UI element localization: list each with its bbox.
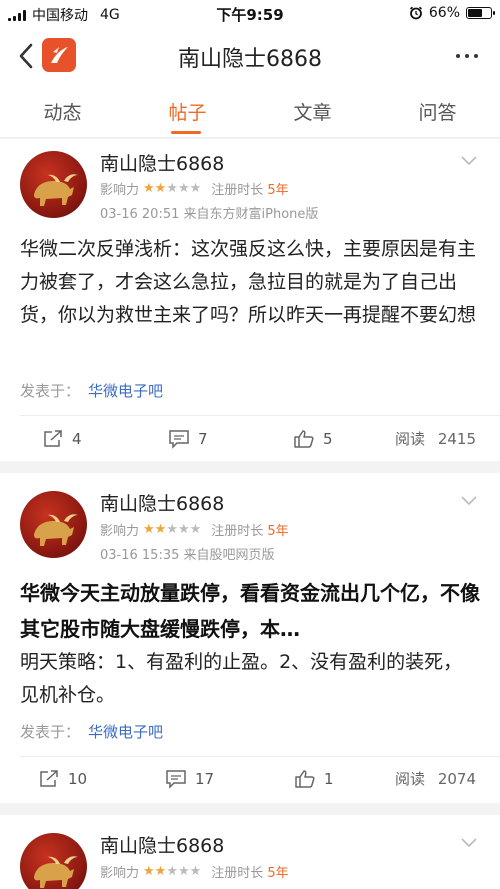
like-icon (294, 430, 314, 448)
bull-avatar-image (34, 174, 78, 206)
stars-empty: ★★★ (166, 522, 202, 537)
influence-stars: ★★★★★ (143, 522, 201, 537)
post-actions: 10 17 1 阅读 2074 (0, 769, 500, 809)
post-time-source: 03-16 15:35 来自股吧网页版 (100, 548, 275, 563)
influence-label: 影响力 (100, 183, 140, 198)
tab-articles[interactable]: 文章 (250, 98, 375, 125)
chevron-down-icon[interactable] (460, 837, 478, 849)
comment-count: 17 (195, 770, 215, 788)
read-count: 阅读 2074 (395, 769, 476, 789)
author-name[interactable]: 南山隐士6868 (100, 149, 224, 176)
avatar[interactable] (20, 833, 87, 889)
author-name[interactable]: 南山隐士6868 (100, 489, 224, 516)
influence-stars: ★★★★★ (143, 864, 201, 879)
read-label: 阅读 (395, 770, 426, 788)
comment-icon (169, 430, 189, 449)
tab-bar: 动态 帖子 文章 问答 (0, 84, 500, 138)
stars-filled: ★★ (143, 181, 167, 196)
author-meta: 影响力 ★★★★★ 注册时长 5年 (100, 520, 289, 539)
influence-stars: ★★★★★ (143, 181, 201, 196)
stars-empty: ★★★ (166, 864, 202, 879)
page-title: 南山隐士6868 (178, 47, 322, 72)
avatar[interactable] (20, 491, 87, 558)
post-body[interactable]: 华微二次反弹浅析：这次强反这么快，主要原因是有主力被套了，才会这么急拉，急拉目的… (20, 233, 480, 332)
post-time-source: 03-16 20:51 来自东方财富iPhone版 (100, 207, 319, 222)
share-button[interactable]: 4 (42, 429, 82, 449)
read-label: 阅读 (395, 430, 426, 448)
board-link[interactable]: 华微电子吧 (88, 382, 163, 400)
chevron-down-icon[interactable] (460, 155, 478, 167)
board-label: 发表于： (20, 723, 81, 741)
like-button[interactable]: 1 (294, 769, 334, 789)
battery-percent: 66% (428, 5, 460, 21)
reg-label: 注册时长 (211, 866, 264, 881)
tab-qa[interactable]: 问答 (375, 98, 500, 125)
board-label: 发表于： (20, 382, 81, 400)
reg-label: 注册时长 (211, 183, 264, 198)
post-card[interactable]: 南山隐士6868 影响力 ★★★★★ 注册时长 5年 (0, 815, 500, 889)
author-meta: 影响力 ★★★★★ 注册时长 5年 (100, 179, 289, 198)
post-actions: 4 7 5 阅读 2415 (0, 429, 500, 469)
share-icon (44, 430, 62, 447)
reg-years: 5年 (267, 866, 289, 881)
share-count: 10 (68, 770, 88, 788)
active-tab-indicator (171, 131, 201, 134)
avatar[interactable] (20, 151, 87, 218)
divider (20, 756, 500, 757)
share-icon (40, 770, 58, 787)
like-button[interactable]: 5 (293, 429, 333, 449)
post-card[interactable]: 南山隐士6868 影响力 ★★★★★ 注册时长 5年 03-16 20:51 来… (0, 139, 500, 461)
like-icon (295, 770, 315, 788)
stars-filled: ★★ (143, 522, 167, 537)
post-card[interactable]: 南山隐士6868 影响力 ★★★★★ 注册时长 5年 03-16 15:35 来… (0, 473, 500, 803)
more-icon[interactable] (456, 54, 478, 58)
battery-icon (466, 7, 495, 19)
comment-button[interactable]: 17 (165, 769, 214, 789)
post-body[interactable]: 明天策略：1、有盈利的止盈。2、没有盈利的装死，见机补仓。 (20, 646, 480, 712)
status-right: 66% (409, 5, 495, 21)
divider (20, 415, 500, 416)
comment-button[interactable]: 7 (168, 429, 208, 449)
comment-icon (166, 770, 186, 789)
board-info: 发表于： 华微电子吧 (20, 721, 163, 742)
like-count: 1 (324, 770, 334, 788)
board-info: 发表于： 华微电子吧 (20, 380, 163, 401)
board-link[interactable]: 华微电子吧 (88, 723, 163, 741)
bull-avatar-image (34, 856, 78, 888)
reg-years: 5年 (267, 183, 289, 198)
status-bar: 中国移动 4G 下午9:59 66% (0, 0, 500, 28)
read-value: 2415 (437, 430, 476, 448)
read-value: 2074 (437, 770, 476, 788)
alarm-icon (409, 6, 422, 20)
nav-bar: 南山隐士6868 (0, 28, 500, 84)
share-count: 4 (72, 430, 82, 448)
influence-label: 影响力 (100, 524, 140, 539)
stars-empty: ★★★ (166, 181, 202, 196)
bull-avatar-image (34, 514, 78, 546)
post-title[interactable]: 华微今天主动放量跌停，看看资金流出几个亿，不像其它股市随大盘缓慢跌停，本… (20, 575, 480, 647)
author-name[interactable]: 南山隐士6868 (100, 831, 224, 858)
influence-label: 影响力 (100, 866, 140, 881)
like-count: 5 (323, 430, 333, 448)
stars-filled: ★★ (143, 864, 167, 879)
comment-count: 7 (198, 430, 208, 448)
tab-posts[interactable]: 帖子 (125, 98, 250, 125)
chevron-down-icon[interactable] (460, 495, 478, 507)
battery-level-fill (468, 9, 482, 17)
read-count: 阅读 2415 (395, 429, 476, 449)
tab-dynamics[interactable]: 动态 (0, 98, 125, 125)
share-button[interactable]: 10 (38, 769, 87, 789)
reg-label: 注册时长 (211, 524, 264, 539)
reg-years: 5年 (267, 524, 289, 539)
author-meta: 影响力 ★★★★★ 注册时长 5年 (100, 862, 289, 881)
